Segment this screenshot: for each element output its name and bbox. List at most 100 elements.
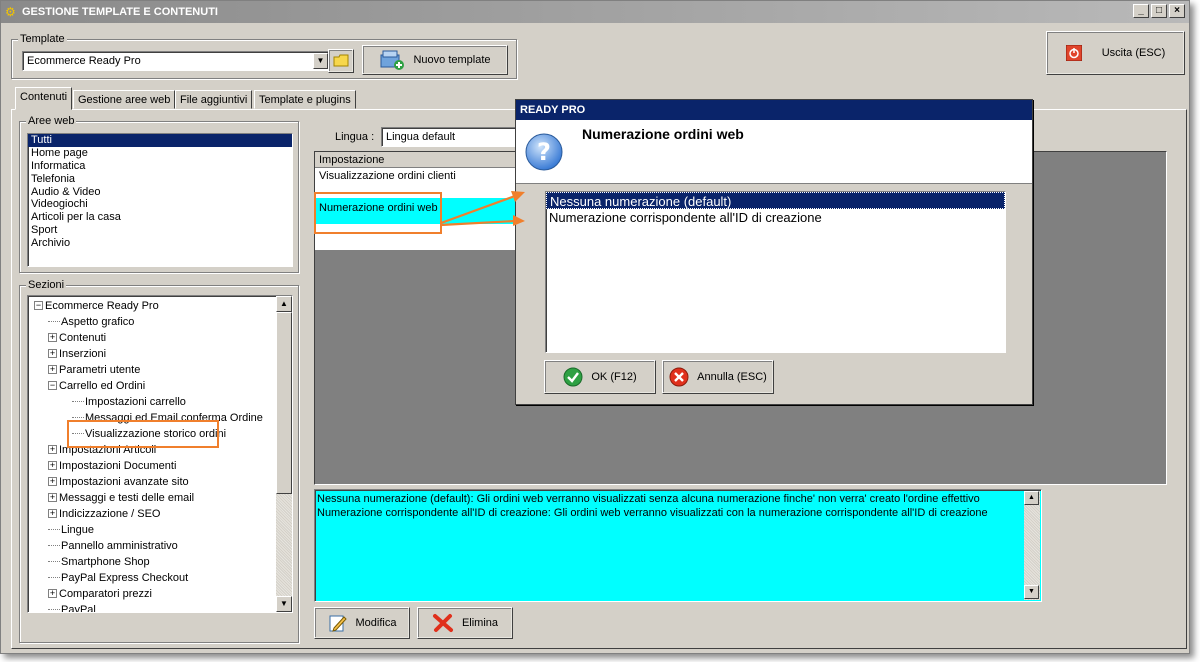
tree-node[interactable]: + Comparatori prezzi — [48, 587, 152, 601]
tree-node[interactable]: + Messaggi e testi delle email — [48, 491, 194, 505]
aree-web-item[interactable]: Home page — [28, 147, 292, 160]
sezioni-tree[interactable]: − Ecommerce Ready Pro Aspetto grafico + Cont… — [27, 295, 293, 613]
tree-connector — [72, 417, 84, 418]
dialog-heading: Numerazione ordini web — [582, 126, 744, 142]
tree-node-label: Carrello ed Ordini — [59, 380, 146, 392]
tree-connector — [48, 561, 60, 562]
template-group-label: Template — [18, 33, 67, 45]
exit-button[interactable]: Uscita (ESC) — [1046, 31, 1185, 75]
scroll-down-icon[interactable]: ▼ — [1024, 585, 1039, 599]
open-folder-button[interactable] — [328, 49, 354, 73]
question-icon: ? — [525, 133, 563, 171]
expand-icon[interactable]: + — [48, 349, 57, 358]
aree-web-item[interactable]: Informatica — [28, 160, 292, 173]
new-template-button[interactable]: Nuovo template — [362, 45, 508, 75]
cancel-label: Annulla (ESC) — [697, 371, 767, 383]
tab-contenuti[interactable]: Contenuti — [15, 87, 73, 110]
description-box[interactable]: Nessuna numerazione (default): Gli ordin… — [314, 489, 1042, 602]
expand-icon[interactable]: + — [48, 333, 57, 342]
numerazione-options[interactable]: Nessuna numerazione (default) Numerazion… — [545, 191, 1006, 353]
window-controls: _ □ × — [1133, 4, 1185, 18]
cancel-button[interactable]: Annulla (ESC) — [662, 360, 774, 394]
tree-scrollbar[interactable]: ▲ ▼ — [276, 296, 292, 612]
tree-node[interactable]: PayPal Express Checkout — [48, 571, 188, 585]
aree-web-item[interactable]: Tutti — [28, 134, 292, 147]
tree-node-label: Impostazioni avanzate sito — [59, 476, 189, 488]
chevron-down-icon[interactable]: ▼ — [313, 53, 328, 69]
tree-connector — [48, 529, 60, 530]
scroll-down-icon[interactable]: ▼ — [276, 596, 292, 612]
expand-icon[interactable]: + — [48, 477, 57, 486]
edit-icon — [329, 615, 347, 632]
svg-text:?: ? — [537, 138, 551, 166]
exit-label: Uscita (ESC) — [1101, 47, 1166, 59]
aree-web-item[interactable]: Videogiochi — [28, 198, 292, 211]
tree-node-label: PayPal Express Checkout — [61, 572, 189, 584]
expand-icon[interactable]: + — [48, 509, 57, 518]
description-scrollbar[interactable]: ▲ ▼ — [1024, 491, 1040, 600]
tree-node[interactable]: − Carrello ed Ordini — [48, 379, 145, 393]
tree-node[interactable]: + Impostazioni avanzate sito — [48, 475, 189, 489]
expand-icon[interactable]: + — [48, 589, 57, 598]
tree-node[interactable]: − Ecommerce Ready Pro — [34, 299, 159, 313]
expand-icon[interactable]: + — [48, 461, 57, 470]
aree-web-group: Aree web Tutti Home page Informatica Telefo… — [19, 115, 299, 273]
scroll-up-icon[interactable]: ▲ — [1024, 491, 1039, 505]
check-icon — [563, 367, 583, 387]
option-nessuna-numerazione[interactable]: Nessuna numerazione (default) — [546, 192, 1005, 209]
collapse-icon[interactable]: − — [34, 301, 43, 310]
tab-template-plugins[interactable]: Template e plugins — [254, 90, 356, 109]
collapse-icon[interactable]: − — [48, 381, 57, 390]
tree-node-label: Contenuti — [59, 332, 107, 344]
tree-node[interactable]: + Indicizzazione / SEO — [48, 507, 161, 521]
scroll-up-icon[interactable]: ▲ — [276, 296, 292, 312]
tree-node[interactable]: + Parametri utente — [48, 363, 140, 377]
delete-label: Elimina — [461, 617, 499, 629]
description-line-1: Nessuna numerazione (default): Gli ordin… — [317, 493, 980, 505]
tree-node[interactable]: Aspetto grafico — [48, 315, 134, 329]
tab-file-aggiuntivi[interactable]: File aggiuntivi — [175, 90, 253, 109]
aree-web-item[interactable]: Sport — [28, 224, 292, 237]
expand-icon[interactable]: + — [48, 445, 57, 454]
numerazione-dialog: READY PRO ? Numerazione ordini web Nessu… — [515, 99, 1033, 405]
tree-node[interactable]: Lingue — [48, 523, 94, 537]
grid-row-visualizzazione[interactable]: Visualizzazione ordini clienti — [319, 170, 456, 182]
lingua-label: Lingua : — [335, 131, 375, 143]
folder-icon — [333, 54, 349, 67]
tree-node[interactable]: Smartphone Shop — [48, 555, 150, 569]
lingua-value: Lingua default — [386, 131, 456, 143]
aree-web-item[interactable]: Articoli per la casa — [28, 211, 292, 224]
tree-node[interactable]: + Contenuti — [48, 331, 106, 345]
dialog-header: ? Numerazione ordini web — [516, 120, 1032, 184]
tree-node-label: Comparatori prezzi — [59, 588, 152, 600]
tree-node[interactable]: Pannello amministrativo — [48, 539, 178, 553]
tree-connector — [48, 577, 60, 578]
expand-icon[interactable]: + — [48, 493, 57, 502]
aree-web-list[interactable]: Tutti Home page Informatica Telefonia Audio … — [27, 133, 293, 267]
delete-button[interactable]: Elimina — [417, 607, 513, 639]
maximize-button[interactable]: □ — [1151, 4, 1167, 18]
minimize-button[interactable]: _ — [1133, 4, 1149, 18]
grid-header: Impostazione — [315, 152, 517, 168]
lingua-select[interactable]: Lingua default — [381, 127, 521, 147]
tree-node[interactable]: + Inserzioni — [48, 347, 106, 361]
expand-icon[interactable]: + — [48, 365, 57, 374]
power-icon — [1065, 45, 1082, 61]
aree-web-item[interactable]: Audio & Video — [28, 186, 292, 199]
option-numerazione-id[interactable]: Numerazione corrispondente all'ID di cre… — [546, 209, 1005, 226]
tree-node[interactable]: Impostazioni carrello — [72, 395, 186, 409]
tree-node[interactable]: PayPal — [48, 603, 96, 612]
sezioni-label: Sezioni — [26, 279, 67, 291]
modify-button[interactable]: Modifica — [314, 607, 410, 639]
template-select[interactable]: Ecommerce Ready Pro ▼ — [22, 51, 330, 71]
tab-gestione-aree-web[interactable]: Gestione aree web — [73, 90, 176, 109]
new-template-label: Nuovo template — [413, 54, 491, 66]
tree-node[interactable]: + Impostazioni Documenti — [48, 459, 176, 473]
scroll-thumb[interactable] — [276, 312, 292, 494]
close-button[interactable]: × — [1169, 4, 1185, 18]
app-icon: ⚙ — [5, 5, 16, 19]
aree-web-item[interactable]: Archivio — [28, 237, 292, 250]
aree-web-item[interactable]: Telefonia — [28, 173, 292, 186]
ok-button[interactable]: OK (F12) — [544, 360, 656, 394]
ok-label: OK (F12) — [591, 371, 637, 383]
